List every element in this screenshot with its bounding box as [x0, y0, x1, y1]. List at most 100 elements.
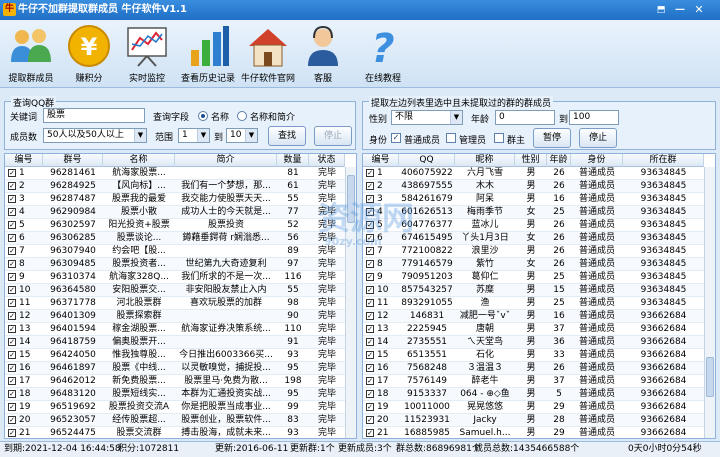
row-checkbox[interactable]: ✓	[366, 299, 374, 307]
row-checkbox[interactable]: ✓	[8, 182, 16, 190]
checkbox-owner[interactable]	[494, 133, 504, 143]
toolbar-history[interactable]: 查看历史记录	[177, 24, 239, 86]
table-row[interactable]: ✓ 9 790951203 葛仰仁 男 25 普通成员 93634845	[363, 271, 704, 284]
column-header[interactable]: 数量	[277, 154, 309, 167]
row-checkbox[interactable]: ✓	[8, 364, 16, 372]
table-row[interactable]: ✓ 17 7576149 醉老牛 男 37 普通成员 93662684	[363, 375, 704, 388]
table-row[interactable]: ✓ 10 96364580 安阳股票交... 非安阳股友禁止入内 55 完毕	[5, 284, 345, 297]
column-header[interactable]: 性别	[515, 154, 547, 167]
table-row[interactable]: ✓ 2 96284925 【风向标】... 我们有一个梦想，那... 61 完毕	[5, 180, 345, 193]
column-header[interactable]: 身份	[571, 154, 623, 167]
table-row[interactable]: ✓ 16 96461897 股票《中线... 以灵敏嗅觉，捕捉投... 95 完毕	[5, 362, 345, 375]
table-row[interactable]: ✓ 1 406075922 六月飞雪 男 26 普通成员 93634845	[363, 167, 704, 180]
checkbox-normal-member[interactable]: ✓	[391, 133, 401, 143]
row-checkbox[interactable]: ✓	[8, 286, 16, 294]
pause-button[interactable]: 暂停	[533, 128, 571, 148]
age-from-input[interactable]: 0	[495, 110, 555, 125]
row-checkbox[interactable]: ✓	[366, 338, 374, 346]
row-checkbox[interactable]: ✓	[366, 403, 374, 411]
toolbar-official-site[interactable]: 牛仔软件官网	[237, 24, 299, 86]
radio-field-name-intro[interactable]	[237, 111, 247, 121]
table-row[interactable]: ✓ 21 16885985 Samuel.h... 男 29 普通成员 93662684	[363, 427, 704, 438]
row-checkbox[interactable]: ✓	[366, 416, 374, 424]
row-checkbox[interactable]: ✓	[8, 325, 16, 333]
pin-icon[interactable]: ⬒	[654, 3, 668, 17]
row-checkbox[interactable]: ✓	[8, 390, 16, 398]
table-row[interactable]: ✓ 19 10011000 晃晃悠悠 男 29 普通成员 93662684	[363, 401, 704, 414]
row-checkbox[interactable]: ✓	[8, 312, 16, 320]
row-checkbox[interactable]: ✓	[8, 221, 16, 229]
row-checkbox[interactable]: ✓	[8, 429, 16, 437]
members-select[interactable]: 50人以及50人以上 ▼	[43, 128, 147, 143]
table-row[interactable]: ✓ 14 96418759 偏奥股票开... 91 完毕	[5, 336, 345, 349]
column-header[interactable]: 群号	[43, 154, 103, 167]
range-to-select[interactable]: 10 ▼	[226, 128, 258, 143]
toolbar-support[interactable]: 客服	[292, 24, 354, 86]
column-header[interactable]: 所在群	[623, 154, 704, 167]
row-checkbox[interactable]: ✓	[366, 377, 374, 385]
row-checkbox[interactable]: ✓	[8, 247, 16, 255]
table-row[interactable]: ✓ 19 96519692 股票投资交流A 你是把股票当成事业... 99 完毕	[5, 401, 345, 414]
toolbar-online-tutorial[interactable]: ? 在线教程	[352, 24, 414, 86]
table-row[interactable]: ✓ 7 96307940 约会吧【股... 89 完毕	[5, 245, 345, 258]
member-table[interactable]: 编号 QQ 昵称 性别 年龄 身份 所在群 ✓ 1 406075922 六月飞雪男 26 普通成员 93…	[362, 153, 716, 439]
row-checkbox[interactable]: ✓	[8, 403, 16, 411]
stop-extract-button[interactable]: 停止	[579, 128, 617, 148]
table-row[interactable]: ✓ 13 96401594 稼金湖股票... 航海家证券决策系统... 110 完毕	[5, 323, 345, 336]
row-checkbox[interactable]: ✓	[366, 325, 374, 333]
table-row[interactable]: ✓ 4 96290984 股票小散 成功人士的今天就是... 77 完毕	[5, 206, 345, 219]
table-row[interactable]: ✓ 20 96523057 经传股票超... 股票创业，股票软件... 83 完毕	[5, 414, 345, 427]
table-row[interactable]: ✓ 15 6513551 石化 男 33 普通成员 93662684	[363, 349, 704, 362]
column-header[interactable]: 简介	[175, 154, 277, 167]
stop-search-button[interactable]: 停止	[314, 126, 352, 146]
row-checkbox[interactable]: ✓	[366, 273, 374, 281]
row-checkbox[interactable]: ✓	[8, 338, 16, 346]
search-button[interactable]: 查找	[268, 126, 306, 146]
row-checkbox[interactable]: ✓	[366, 260, 374, 268]
column-header[interactable]: 名称	[103, 154, 175, 167]
row-checkbox[interactable]: ✓	[8, 169, 16, 177]
table-row[interactable]: ✓ 16 7568248 ３温温３ 男 26 普通成员 93662684	[363, 362, 704, 375]
table-row[interactable]: ✓ 13 2225945 唐朝 男 37 普通成员 93662684	[363, 323, 704, 336]
table-row[interactable]: ✓ 9 96310374 航海家328Q... 我们所求的不是一次... 116 完毕	[5, 271, 345, 284]
column-header[interactable]: QQ	[399, 154, 455, 167]
table-row[interactable]: ✓ 11 96371778 河北股票群 喜欢玩股票的加群 98 完毕	[5, 297, 345, 310]
scroll-thumb[interactable]	[706, 357, 714, 397]
column-header[interactable]: 状态	[309, 154, 345, 167]
checkbox-admin[interactable]	[446, 133, 456, 143]
close-button[interactable]: ✕	[692, 3, 706, 17]
row-checkbox[interactable]: ✓	[8, 208, 16, 216]
row-checkbox[interactable]: ✓	[366, 390, 374, 398]
row-checkbox[interactable]: ✓	[8, 234, 16, 242]
toolbar-earn-points[interactable]: ¥ 赚积分	[58, 24, 120, 86]
keyword-input[interactable]: 股票	[43, 108, 145, 123]
row-checkbox[interactable]: ✓	[366, 429, 374, 437]
table-row[interactable]: ✓ 14 2735551 ㄟ天堂鸟 男 36 普通成员 93662684	[363, 336, 704, 349]
table-row[interactable]: ✓ 10 857543257 苏糜 男 15 普通成员 93634845	[363, 284, 704, 297]
minimize-button[interactable]: —	[673, 3, 687, 17]
table-row[interactable]: ✓ 15 96424050 惟我独尊股... 今日推出6003366买... 93 完毕	[5, 349, 345, 362]
table-row[interactable]: ✓ 18 96483120 股票短线实... 本群为汇通投资实战... 95 完毕	[5, 388, 345, 401]
row-checkbox[interactable]: ✓	[8, 260, 16, 268]
row-checkbox[interactable]: ✓	[8, 377, 16, 385]
age-to-input[interactable]: 100	[569, 110, 619, 125]
row-checkbox[interactable]: ✓	[366, 364, 374, 372]
table-row[interactable]: ✓ 3 96287487 股票我的最爱 我交能力使股票天天... 55 完毕	[5, 193, 345, 206]
row-checkbox[interactable]: ✓	[8, 299, 16, 307]
column-header[interactable]: 编号	[363, 154, 399, 167]
table-row[interactable]: ✓ 21 96524475 股票交流群 搏击股海，成就未来... 93 完毕	[5, 427, 345, 438]
row-checkbox[interactable]: ✓	[8, 416, 16, 424]
table-row[interactable]: ✓ 2 438697555 木木 男 26 普通成员 93634845	[363, 180, 704, 193]
row-checkbox[interactable]: ✓	[366, 312, 374, 320]
column-header[interactable]: 昵称	[455, 154, 515, 167]
gender-select[interactable]: 不限 ▼	[391, 110, 463, 125]
group-table[interactable]: 编号 群号 名称 简介 数量 状态 ✓ 1 96281461 航海家股票... 81 完毕 ✓ 2 962…	[4, 153, 357, 439]
toolbar-extract-members[interactable]: 提取群成员	[0, 24, 62, 86]
table-row[interactable]: ✓ 17 96462012 新免费股票... 股票里马·免费为散... 198 完毕	[5, 375, 345, 388]
table-row[interactable]: ✓ 8 96309485 股票投资者... 世纪第九大奇迹复利 97 完毕	[5, 258, 345, 271]
table-row[interactable]: ✓ 18 9153337 064 - ⊕◇鱼 男 5 普通成员 93662684	[363, 388, 704, 401]
radio-field-name[interactable]	[198, 111, 208, 121]
row-checkbox[interactable]: ✓	[366, 182, 374, 190]
row-checkbox[interactable]: ✓	[366, 286, 374, 294]
table-row[interactable]: ✓ 12 146831 减肥一号ˇvˇ 男 16 普通成员 93662684	[363, 310, 704, 323]
